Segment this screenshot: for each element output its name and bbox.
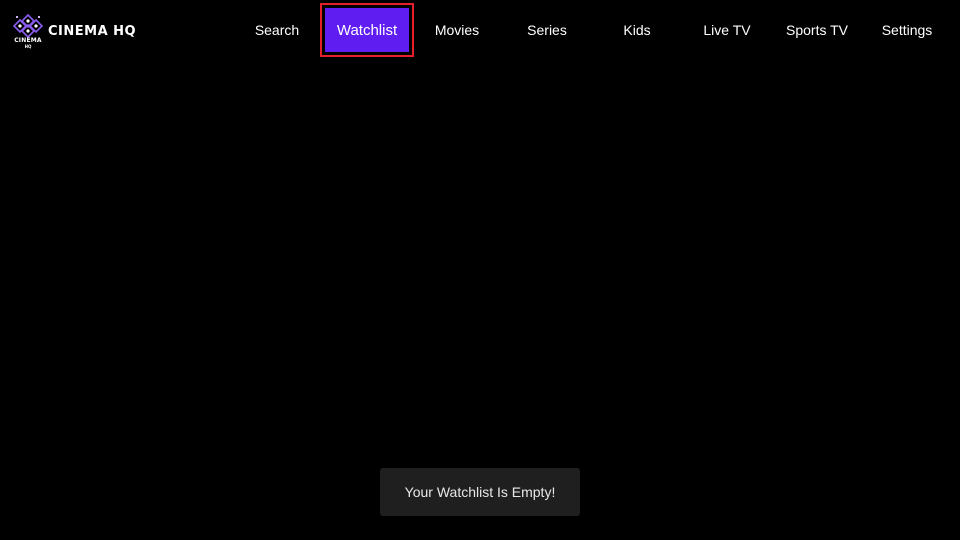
nav-label: Movies <box>434 22 480 38</box>
nav-item-movies[interactable]: Movies <box>412 0 502 60</box>
toast-message: Your Watchlist Is Empty! <box>404 484 556 500</box>
cinema-hq-logo-icon: CINEMA HQ <box>12 14 44 50</box>
nav-item-search[interactable]: Search <box>232 0 322 60</box>
logo-small-text-2: HQ <box>24 44 32 49</box>
top-navigation: Search Watchlist Movies Series Kids Live… <box>232 0 952 60</box>
nav-label: Live TV <box>703 22 751 38</box>
nav-label: Kids <box>623 22 651 38</box>
nav-label: Sports TV <box>786 22 848 38</box>
nav-item-series[interactable]: Series <box>502 0 592 60</box>
logo-title: CINEMA HQ <box>48 24 137 39</box>
nav-label: Search <box>254 22 300 38</box>
nav-label: Series <box>527 22 567 38</box>
nav-item-sports-tv[interactable]: Sports TV <box>772 0 862 60</box>
empty-watchlist-toast: Your Watchlist Is Empty! <box>380 468 580 516</box>
nav-item-live-tv[interactable]: Live TV <box>682 0 772 60</box>
app-root: CINEMA HQ CINEMA HQ Search Watchlist Mov… <box>0 0 960 540</box>
nav-item-kids[interactable]: Kids <box>592 0 682 60</box>
nav-label: Settings <box>881 22 933 38</box>
nav-item-settings[interactable]: Settings <box>862 0 952 60</box>
nav-item-watchlist[interactable]: Watchlist <box>320 0 414 60</box>
app-logo[interactable]: CINEMA HQ CINEMA HQ <box>12 14 136 50</box>
nav-label: Watchlist <box>320 3 414 57</box>
